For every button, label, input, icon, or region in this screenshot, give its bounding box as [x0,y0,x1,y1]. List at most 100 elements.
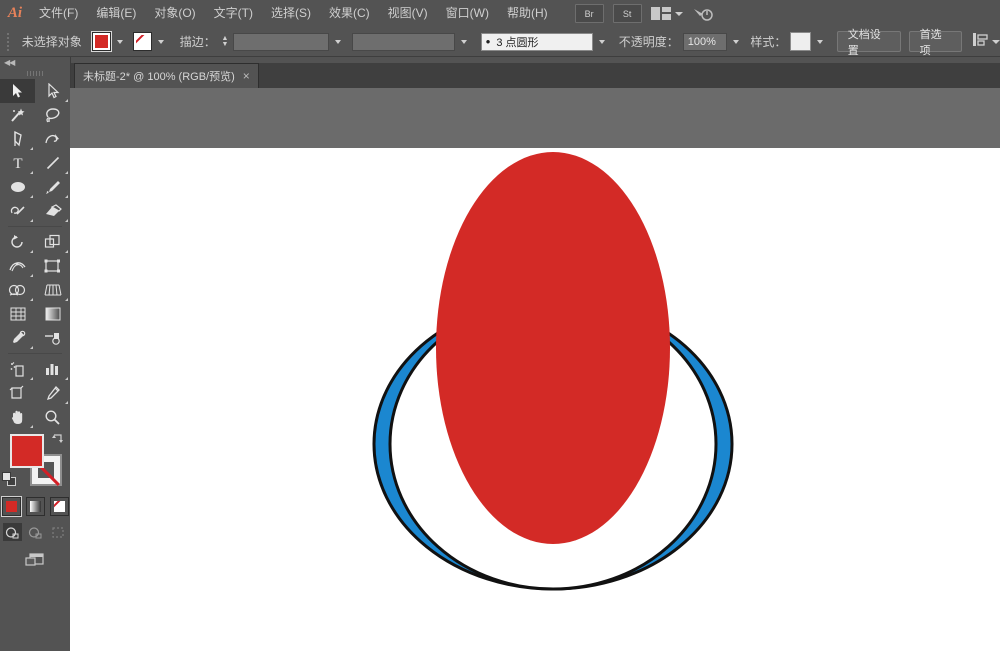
bridge-button[interactable]: Br [574,4,604,23]
tool-mesh[interactable] [0,302,35,326]
close-icon[interactable]: × [243,70,250,82]
menu-effect[interactable]: 效果(C) [320,0,379,27]
menu-type[interactable]: 文字(T) [205,0,262,27]
gradient-mode-button[interactable] [25,496,45,516]
align-chevron-down-icon [992,39,1000,44]
fill-dropdown-arrow-icon[interactable] [113,32,127,51]
tool-type[interactable]: T [0,151,35,175]
no-color-slash-icon [53,500,65,508]
document-setup-button[interactable]: 文档设置 [836,29,901,57]
tool-eyedropper[interactable] [0,326,35,350]
tool-width[interactable] [0,254,35,278]
menu-file[interactable]: 文件(F) [30,0,87,27]
tool-selection[interactable] [0,79,35,103]
menu-bar: Ai 文件(F) 编辑(E) 对象(O) 文字(T) 选择(S) 效果(C) 视… [0,0,1000,28]
tool-zoom[interactable] [35,405,70,429]
tool-magic-wand[interactable] [0,103,35,127]
tool-slice[interactable] [35,381,70,405]
toolbox-collapse-button[interactable]: ◀◀ [0,57,70,68]
opacity-input[interactable]: 100% [682,32,728,51]
control-bar-grip[interactable] [6,31,12,53]
tool-lasso[interactable] [35,103,70,127]
app-logo-icon: Ai [7,5,23,21]
opacity-label: 不透明度： [618,35,679,49]
menu-object[interactable]: 对象(O) [145,0,204,27]
tool-shape-builder[interactable] [0,278,35,302]
panel-grip-icon[interactable] [0,68,70,78]
tool-blend[interactable] [35,326,70,350]
menu-window[interactable]: 窗口(W) [437,0,498,27]
color-mode-button[interactable] [0,495,22,517]
tool-column-graph[interactable] [35,357,70,381]
svg-text:T: T [13,156,22,171]
tool-hand[interactable] [0,405,35,429]
stroke-dropdown-arrow-icon[interactable] [154,32,168,51]
default-fill-stroke-icon[interactable] [2,472,16,486]
stock-button[interactable]: St [612,4,642,23]
no-color-slash-icon [135,35,149,44]
tool-artboard[interactable] [0,381,35,405]
menu-view[interactable]: 视图(V) [379,0,437,27]
fill-swatch[interactable] [90,31,112,52]
tool-symbol-sprayer[interactable] [0,357,35,381]
brush-bullet-icon: • [485,34,491,49]
tool-menu-corner-icon [30,298,33,301]
color-mode-icon [5,500,17,512]
stroke-weight-stepper[interactable]: ▲ ▼ [220,33,230,51]
tool-menu-corner-icon [65,250,68,253]
align-to-icon [972,32,990,51]
draw-inside-button[interactable] [49,523,68,541]
tool-line-segment[interactable] [35,151,70,175]
tool-rotate[interactable] [0,230,35,254]
brush-definition-control[interactable]: • 3 点圆形 [480,32,609,51]
tool-curvature[interactable] [35,127,70,151]
brush-definition-value[interactable]: • 3 点圆形 [480,32,593,51]
style-dropdown-arrow-icon[interactable] [813,32,826,51]
opacity-dropdown-arrow-icon[interactable] [729,32,742,51]
tool-menu-corner-icon [65,377,68,380]
shortcut-mode-icon[interactable] [692,5,714,23]
tool-gradient[interactable] [35,302,70,326]
double-chevron-left-icon: ◀◀ [4,57,15,67]
preferences-button[interactable]: 首选项 [908,29,963,57]
swap-fill-stroke-icon[interactable] [51,432,65,446]
draw-normal-button[interactable] [2,523,22,541]
fill-color-control[interactable] [90,31,127,52]
fill-swatch-color [94,35,108,48]
draw-behind-button[interactable] [26,523,45,541]
graphic-style-swatch[interactable] [790,32,812,51]
tool-scale[interactable] [35,230,70,254]
stroke-none-swatch[interactable] [132,32,152,51]
tool-eraser[interactable] [35,199,70,223]
tool-paintbrush[interactable] [35,175,70,199]
canvas-work-area[interactable] [70,88,1000,651]
tool-free-transform[interactable] [35,254,70,278]
tool-direct-selection[interactable] [35,79,70,103]
tool-ellipse[interactable] [0,175,35,199]
arrange-documents-button[interactable] [650,6,683,21]
align-to-control[interactable] [972,32,1000,51]
document-tab[interactable]: 未标题-2* @ 100% (RGB/预览) × [74,63,259,88]
tool-pen[interactable] [0,127,35,151]
tool-menu-corner-icon [30,147,33,150]
document-tab-bar: 未标题-2* @ 100% (RGB/预览) × [70,63,1000,89]
stroke-color-control[interactable] [132,32,168,51]
stroke-profile-dropdown-arrow-icon[interactable] [457,32,470,51]
tool-perspective-grid[interactable] [35,278,70,302]
stroke-weight-input[interactable] [233,32,329,51]
stroke-weight-dropdown-arrow-icon[interactable] [331,32,344,51]
none-mode-button[interactable] [49,496,69,516]
tool-menu-corner-icon [65,298,68,301]
tool-menu-corner-icon [65,401,68,404]
artboard[interactable] [70,148,1000,651]
tool-shaper[interactable] [0,199,35,223]
menu-help[interactable]: 帮助(H) [498,0,557,27]
artwork [372,152,734,591]
brush-dropdown-arrow-icon[interactable] [595,32,609,51]
fill-indicator-swatch[interactable] [10,434,44,468]
red-ellipse[interactable] [436,152,670,544]
stroke-profile-input[interactable] [352,32,456,51]
change-screen-mode-button[interactable] [0,544,70,574]
menu-select[interactable]: 选择(S) [262,0,320,27]
menu-edit[interactable]: 编辑(E) [87,0,145,27]
